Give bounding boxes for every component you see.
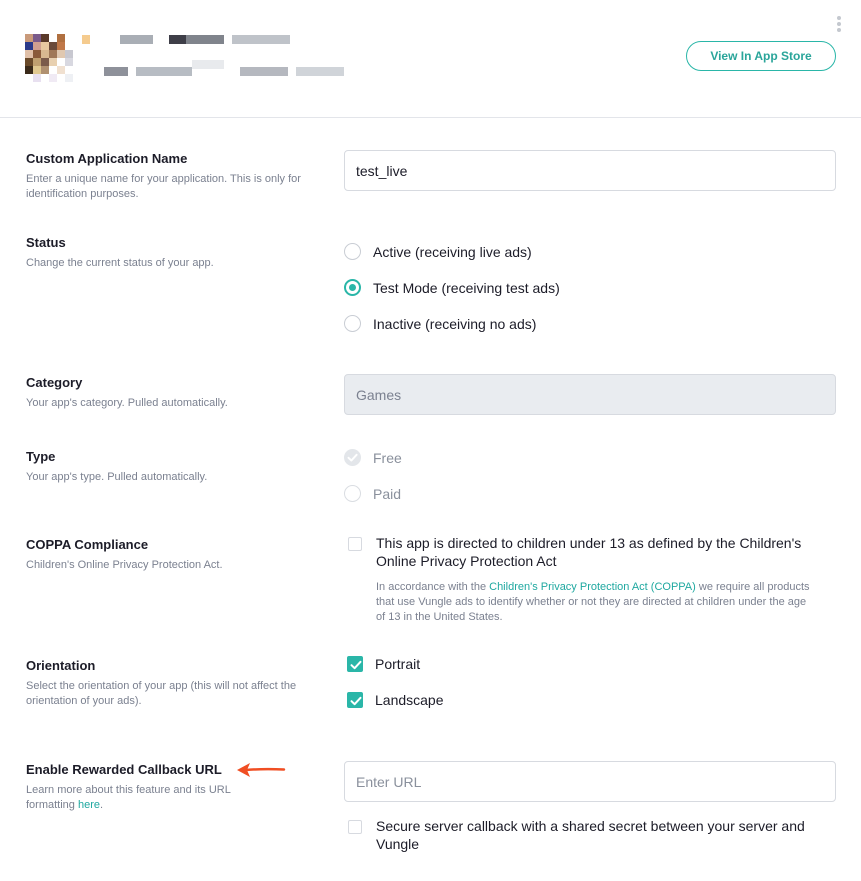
radio-button-selected[interactable] [344,279,361,296]
secure-callback-checkbox-row[interactable]: Secure server callback with a shared sec… [344,817,824,853]
status-option-active[interactable]: Active (receiving live ads) [344,243,532,261]
checkmark-icon [350,660,362,670]
callback-url-input[interactable]: Enter URL [344,761,836,802]
callback-label: Enable Rewarded Callback URL [26,762,222,777]
status-description: Change the current status of your app. [26,257,214,269]
kebab-menu-icon[interactable] [836,16,842,32]
orientation-option-label: Landscape [375,692,444,708]
coppa-note: In accordance with the Children's Privac… [376,580,816,625]
secure-callback-label: Secure server callback with a shared sec… [376,818,805,852]
app-name-description: Enter a unique name for your application… [26,173,301,200]
view-in-app-store-button[interactable]: View In App Store [686,41,836,71]
category-label: Category [26,375,83,390]
category-input: Games [344,374,836,415]
type-option-label: Free [373,450,402,466]
coppa-checkbox-label: This app is directed to children under 1… [376,535,802,569]
checkmark-icon [344,449,361,466]
radio-button[interactable] [344,315,361,332]
callback-here-link[interactable]: here [78,799,100,811]
category-description: Your app's category. Pulled automaticall… [26,397,228,409]
radio-button [344,485,361,502]
app-icon [25,34,81,86]
callback-description: Learn more about this feature and its UR… [26,783,266,813]
status-option-inactive[interactable]: Inactive (receiving no ads) [344,315,536,333]
app-header: View In App Store [0,0,861,118]
checkbox-checked[interactable] [347,692,363,708]
annotation-arrow-icon [237,763,286,777]
status-option-label: Inactive (receiving no ads) [373,316,537,332]
status-option-label: Test Mode (receiving test ads) [373,280,560,296]
callback-description-prefix: Learn more about this feature and its UR… [26,784,231,811]
coppa-description: Children's Online Privacy Protection Act… [26,559,223,571]
orientation-label: Orientation [26,658,96,673]
type-option-label: Paid [373,486,402,502]
status-option-label: Active (receiving live ads) [373,244,532,260]
type-option-free: Free [344,449,402,467]
orientation-option-landscape[interactable]: Landscape [344,691,444,709]
coppa-link[interactable]: Children's Privacy Protection Act (COPPA… [489,581,696,593]
checkmark-icon [350,696,362,706]
callback-description-suffix: . [100,799,104,811]
radio-button[interactable] [344,243,361,260]
app-name-label: Custom Application Name [26,151,188,166]
coppa-note-prefix: In accordance with the [376,581,490,593]
orientation-option-label: Portrait [375,656,421,672]
orientation-description: Select the orientation of your app (this… [26,680,297,707]
secure-callback-checkbox[interactable] [348,820,362,834]
type-label: Type [26,449,56,464]
status-option-test-mode[interactable]: Test Mode (receiving test ads) [344,279,560,297]
coppa-checkbox[interactable] [348,537,362,551]
coppa-label: COPPA Compliance [26,537,149,552]
orientation-option-portrait[interactable]: Portrait [344,655,420,673]
status-label: Status [26,235,66,250]
type-option-paid: Paid [344,485,401,503]
coppa-checkbox-row[interactable]: This app is directed to children under 1… [344,534,824,570]
type-description: Your app's type. Pulled automatically. [26,471,208,483]
checkbox-checked[interactable] [347,656,363,672]
app-name-input[interactable]: test_live [344,150,836,191]
